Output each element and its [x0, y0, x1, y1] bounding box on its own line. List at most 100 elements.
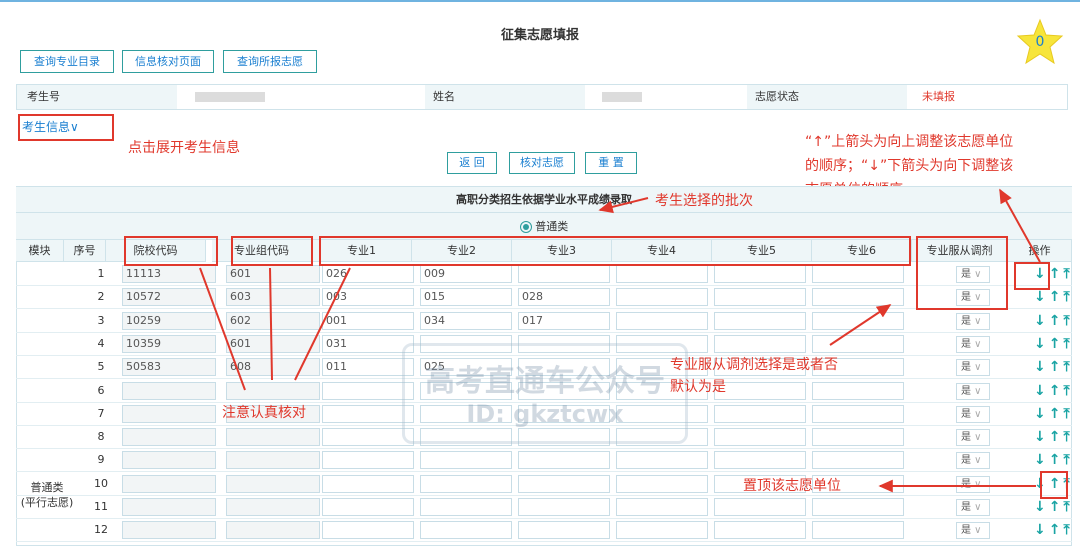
- major4-input[interactable]: [616, 521, 708, 540]
- group-code-input[interactable]: [226, 428, 320, 447]
- major2-input[interactable]: [420, 521, 512, 540]
- major6-input[interactable]: [812, 498, 904, 516]
- reset-button[interactable]: 重 置: [585, 152, 637, 174]
- major1-input[interactable]: [322, 404, 414, 423]
- major4-input[interactable]: [616, 288, 708, 307]
- move-up-icon[interactable]: ↑: [1049, 266, 1061, 282]
- major5-input[interactable]: [714, 288, 806, 307]
- move-to-top-icon[interactable]: ⤒: [1063, 313, 1069, 329]
- major2-input[interactable]: [420, 474, 512, 493]
- move-up-icon[interactable]: ↑: [1049, 289, 1061, 305]
- adjust-select[interactable]: 是 ∨: [956, 335, 990, 353]
- major6-input[interactable]: [812, 311, 904, 330]
- school-code-input[interactable]: [122, 498, 216, 516]
- group-code-input[interactable]: 608: [226, 358, 320, 377]
- major1-input[interactable]: [322, 428, 414, 447]
- adjust-select[interactable]: 是 ∨: [956, 382, 990, 400]
- move-up-icon[interactable]: ↑: [1049, 336, 1061, 352]
- move-up-icon[interactable]: ↑: [1049, 359, 1061, 375]
- move-down-icon[interactable]: ↓: [1034, 429, 1046, 445]
- school-code-input[interactable]: [122, 381, 216, 400]
- adjust-select[interactable]: 是 ∨: [956, 475, 990, 493]
- major1-input[interactable]: [322, 521, 414, 540]
- move-down-icon[interactable]: ↓: [1034, 336, 1046, 352]
- query-applied-choices-button[interactable]: 查询所报志愿: [223, 50, 317, 73]
- move-to-top-icon[interactable]: ⤒: [1063, 266, 1069, 282]
- major1-input[interactable]: 001: [322, 311, 414, 330]
- adjust-select[interactable]: 是 ∨: [956, 522, 990, 540]
- group-code-input[interactable]: [226, 381, 320, 400]
- major1-input[interactable]: [322, 381, 414, 400]
- move-up-icon[interactable]: ↑: [1049, 429, 1061, 445]
- adjust-select[interactable]: 是 ∨: [956, 405, 990, 423]
- adjust-select[interactable]: 是 ∨: [956, 452, 990, 470]
- major2-input[interactable]: 009: [420, 265, 512, 283]
- move-up-icon[interactable]: ↑: [1049, 452, 1061, 468]
- major2-input[interactable]: [420, 498, 512, 516]
- school-code-input[interactable]: [122, 474, 216, 493]
- major5-input[interactable]: [714, 498, 806, 516]
- major1-input[interactable]: 031: [322, 334, 414, 353]
- move-to-top-icon[interactable]: ⤒: [1063, 406, 1069, 422]
- major4-input[interactable]: [616, 265, 708, 283]
- major1-input[interactable]: [322, 498, 414, 516]
- group-code-input[interactable]: 602: [226, 311, 320, 330]
- major6-input[interactable]: [812, 428, 904, 447]
- school-code-input[interactable]: 11113: [122, 265, 216, 283]
- check-choices-button[interactable]: 核对志愿: [509, 152, 575, 174]
- move-up-icon[interactable]: ↑: [1049, 406, 1061, 422]
- major3-input[interactable]: [518, 474, 610, 493]
- group-code-input[interactable]: [226, 521, 320, 540]
- move-to-top-icon[interactable]: ⤒: [1063, 499, 1069, 515]
- school-code-input[interactable]: 10572: [122, 288, 216, 307]
- major3-input[interactable]: 028: [518, 288, 610, 307]
- major3-input[interactable]: 017: [518, 311, 610, 330]
- major3-input[interactable]: [518, 521, 610, 540]
- move-down-icon[interactable]: ↓: [1034, 406, 1046, 422]
- adjust-select[interactable]: 是 ∨: [956, 499, 990, 516]
- move-up-icon[interactable]: ↑: [1049, 383, 1061, 399]
- major3-input[interactable]: [518, 265, 610, 283]
- move-down-icon[interactable]: ↓: [1034, 452, 1046, 468]
- group-code-input[interactable]: 603: [226, 288, 320, 307]
- group-code-input[interactable]: 601: [226, 334, 320, 353]
- major1-input[interactable]: [322, 451, 414, 470]
- major6-input[interactable]: [812, 451, 904, 470]
- move-down-icon[interactable]: ↓: [1034, 289, 1046, 305]
- major5-input[interactable]: [714, 265, 806, 283]
- move-to-top-icon[interactable]: ⤒: [1063, 336, 1069, 352]
- move-down-icon[interactable]: ↓: [1034, 359, 1046, 375]
- move-up-icon[interactable]: ↑: [1049, 313, 1061, 329]
- major6-input[interactable]: [812, 288, 904, 307]
- major4-input[interactable]: [616, 451, 708, 470]
- move-to-top-icon[interactable]: ⤒: [1063, 522, 1069, 538]
- move-to-top-icon[interactable]: ⤒: [1063, 452, 1069, 468]
- major4-input[interactable]: [616, 474, 708, 493]
- major5-input[interactable]: [714, 521, 806, 540]
- major6-input[interactable]: [812, 521, 904, 540]
- adjust-select[interactable]: 是 ∨: [956, 429, 990, 447]
- school-code-input[interactable]: 10259: [122, 311, 216, 330]
- group-code-input[interactable]: [226, 498, 320, 516]
- school-code-input[interactable]: [122, 428, 216, 447]
- major5-input[interactable]: [714, 311, 806, 330]
- school-code-input[interactable]: [122, 451, 216, 470]
- major4-input[interactable]: [616, 311, 708, 330]
- move-down-icon[interactable]: ↓: [1034, 499, 1046, 515]
- major1-input[interactable]: 026: [322, 265, 414, 283]
- group-code-input[interactable]: [226, 451, 320, 470]
- radio-selected-icon[interactable]: [519, 221, 532, 233]
- school-code-input[interactable]: [122, 404, 216, 423]
- back-button[interactable]: 返 回: [447, 152, 497, 174]
- adjust-select[interactable]: 是 ∨: [956, 359, 990, 377]
- move-up-icon[interactable]: ↑: [1049, 522, 1061, 538]
- major5-input[interactable]: [714, 334, 806, 353]
- major6-input[interactable]: [812, 404, 904, 423]
- major6-input[interactable]: [812, 265, 904, 283]
- major4-input[interactable]: [616, 498, 708, 516]
- major3-input[interactable]: [518, 498, 610, 516]
- school-code-input[interactable]: 50583: [122, 358, 216, 377]
- move-down-icon[interactable]: ↓: [1034, 313, 1046, 329]
- move-down-icon[interactable]: ↓: [1034, 522, 1046, 538]
- major6-input[interactable]: [812, 334, 904, 353]
